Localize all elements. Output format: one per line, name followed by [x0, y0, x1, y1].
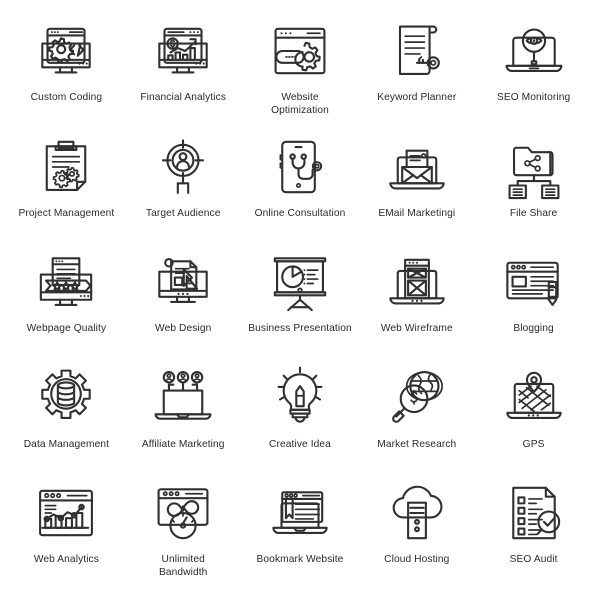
- icon-cell-webpage-quality[interactable]: Webpage Quality: [8, 245, 125, 361]
- icon-label: Web Design: [155, 323, 212, 335]
- icon-label: Keyword Planner: [377, 92, 457, 103]
- magnifier-dollar-globe-icon: [380, 361, 454, 435]
- icon-label: EMail Marketingi: [378, 207, 456, 219]
- icon-label: Custom Coding: [30, 92, 103, 103]
- icon-label: File Share: [509, 207, 558, 219]
- icon-cell-seo-audit[interactable]: SEO Audit: [475, 476, 592, 592]
- browser-search-gear-icon: [263, 14, 337, 88]
- icon-label: Business Presentation: [248, 323, 352, 335]
- icon-cell-web-design[interactable]: Web Design: [125, 245, 242, 361]
- icon-cell-creative-idea[interactable]: Creative Idea: [242, 361, 359, 477]
- monitor-star-rating-ribbon-icon: [29, 245, 103, 319]
- folder-share-network-icon: [497, 130, 571, 204]
- browser-bar-line-chart-icon: [29, 476, 103, 550]
- clipboard-gears-icon: [29, 130, 103, 204]
- icon-cell-cloud-hosting[interactable]: Cloud Hosting: [358, 476, 475, 592]
- laptop-envelope-letter-icon: [380, 130, 454, 204]
- icon-label: Website Optimization: [271, 92, 329, 116]
- icon-cell-financial-analytics[interactable]: Financial Analytics: [125, 14, 242, 130]
- icon-label: SEO Monitoring: [496, 92, 571, 103]
- icon-cell-unlimited-bandwidth[interactable]: Unlimited Bandwidth: [125, 476, 242, 592]
- icon-cell-web-wireframe[interactable]: Web Wireframe: [358, 245, 475, 361]
- icon-label: SEO Audit: [509, 554, 558, 566]
- icon-label: Webpage Quality: [26, 323, 107, 335]
- icon-cell-keyword-planner[interactable]: Keyword Planner: [358, 14, 475, 130]
- cloud-server-icon: [380, 476, 454, 550]
- icon-cell-file-share[interactable]: File Share: [475, 130, 592, 246]
- icon-label: Creative Idea: [269, 438, 331, 450]
- icon-label: Target Audience: [145, 207, 221, 219]
- target-user-icon: [146, 130, 220, 204]
- browser-article-pencil-icon: [497, 245, 571, 319]
- icon-cell-online-consultation[interactable]: Online Consultation: [242, 130, 359, 246]
- lightbulb-pencil-icon: [263, 361, 337, 435]
- icon-label: Web Analytics: [33, 554, 99, 566]
- presentation-board-pie-chart-icon: [263, 245, 337, 319]
- document-key-icon: [380, 14, 454, 88]
- icon-label: Affiliate Marketing: [141, 438, 225, 450]
- icon-cell-project-management[interactable]: Project Management: [8, 130, 125, 246]
- icon-cell-blogging[interactable]: Blogging: [475, 245, 592, 361]
- browser-infinity-gauge-icon: [146, 476, 220, 550]
- monitor-design-ruler-icon: [146, 245, 220, 319]
- icon-label: Data Management: [23, 438, 110, 450]
- icon-cell-web-analytics[interactable]: Web Analytics: [8, 476, 125, 592]
- icon-cell-bookmark-website[interactable]: Bookmark Website: [242, 476, 359, 592]
- icon-cell-seo-monitoring[interactable]: SEO Monitoring: [475, 14, 592, 130]
- icon-cell-email-marketing[interactable]: EMail Marketingi: [358, 130, 475, 246]
- laptop-bookmark-article-icon: [263, 476, 337, 550]
- gear-database-icon: [29, 361, 103, 435]
- icon-label: Market Research: [377, 438, 457, 450]
- icon-label: Blogging: [513, 323, 554, 335]
- laptop-map-pin-icon: [497, 361, 571, 435]
- laptop-wireframe-blocks-icon: [380, 245, 454, 319]
- smartphone-stethoscope-icon: [263, 130, 337, 204]
- icon-label: Cloud Hosting: [384, 554, 450, 566]
- icon-label: Project Management: [18, 207, 115, 219]
- monitor-gear-code-icon: [29, 14, 103, 88]
- icon-label: GPS: [522, 438, 545, 450]
- icon-cell-website-optimization[interactable]: Website Optimization: [242, 14, 359, 130]
- icon-grid: Custom Coding Financial Analytics Websit…: [0, 0, 600, 600]
- icon-cell-custom-coding[interactable]: Custom Coding: [8, 14, 125, 130]
- monitor-dollar-growth-chart-icon: [146, 14, 220, 88]
- icon-label: Financial Analytics: [140, 92, 227, 103]
- icon-label: Online Consultation: [254, 207, 346, 219]
- icon-label: Bookmark Website: [256, 554, 344, 566]
- icon-label: Web Wireframe: [380, 323, 453, 335]
- icon-cell-affiliate-marketing[interactable]: Affiliate Marketing: [125, 361, 242, 477]
- icon-cell-gps[interactable]: GPS: [475, 361, 592, 477]
- icon-cell-target-audience[interactable]: Target Audience: [125, 130, 242, 246]
- icon-label: Unlimited Bandwidth: [158, 554, 208, 578]
- icon-cell-data-management[interactable]: Data Management: [8, 361, 125, 477]
- icon-cell-market-research[interactable]: Market Research: [358, 361, 475, 477]
- laptop-magnifier-eye-icon: [497, 14, 571, 88]
- checklist-document-verified-icon: [497, 476, 571, 550]
- laptop-user-network-icon: [146, 361, 220, 435]
- icon-cell-business-presentation[interactable]: Business Presentation: [242, 245, 359, 361]
